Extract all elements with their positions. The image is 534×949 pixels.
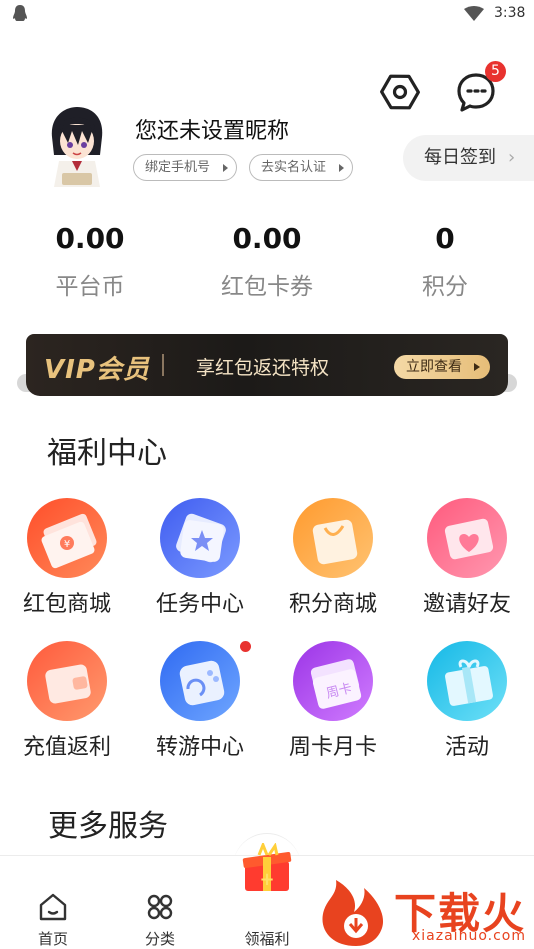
grid-item-label: 活动 <box>444 735 489 760</box>
grid-item-label: 充值返利 <box>22 735 111 760</box>
notification-dot <box>240 641 251 652</box>
vip-divider <box>162 354 164 376</box>
shopping-bag-icon <box>293 498 373 578</box>
grid-item-label: 任务中心 <box>155 592 244 617</box>
gamepad-icon <box>160 641 240 721</box>
nav-tab-category[interactable]: 分类 <box>120 856 200 949</box>
svg-text:+: + <box>259 869 274 890</box>
grid-item-label: 转游中心 <box>155 735 244 760</box>
stat-value: 0 <box>435 222 455 255</box>
nav-tab-label: 首页 <box>37 930 68 948</box>
grid-item-activity[interactable]: 活动 <box>400 641 534 761</box>
vip-view-now-button[interactable]: 立即查看 <box>394 355 490 379</box>
daily-checkin-button[interactable]: 每日签到 › <box>403 135 534 181</box>
nav-tab-label: 分类 <box>144 930 175 948</box>
watermark-url: xiazaihuo.com <box>412 928 526 944</box>
nav-tab-home[interactable]: 首页 <box>13 856 93 949</box>
grid-item-invite-friends[interactable]: 邀请好友 <box>400 498 534 618</box>
points-stat[interactable]: 0 积分 <box>385 222 505 301</box>
home-icon <box>39 893 67 921</box>
grid-item-points-mall[interactable]: 积分商城 <box>266 498 400 618</box>
stat-label: 平台币 <box>55 274 125 300</box>
grid-item-label: 积分商城 <box>288 592 377 617</box>
welfare-center-title: 福利中心 <box>47 436 167 471</box>
platform-coin-stat[interactable]: 0.00 平台币 <box>30 222 150 301</box>
message-count-badge: 5 <box>485 61 506 82</box>
red-packet-coupon-stat[interactable]: 0.00 红包卡券 <box>207 222 327 301</box>
category-grid-icon <box>147 894 173 920</box>
grid-item-transfer-game-center[interactable]: 转游中心 <box>133 641 267 761</box>
real-name-verify-button[interactable]: 去实名认证 <box>249 154 353 181</box>
status-time: 3:38 <box>494 5 526 21</box>
stat-value: 0.00 <box>232 222 302 255</box>
triangle-right-icon <box>223 164 228 172</box>
grid-item-red-envelope-mall[interactable]: ¥ 红包商城 <box>0 498 134 618</box>
avatar[interactable] <box>42 103 112 191</box>
qq-penguin-icon <box>13 5 27 21</box>
chevron-right-icon: › <box>508 147 516 168</box>
stat-label: 积分 <box>422 274 468 300</box>
gift-icon[interactable]: + <box>241 843 295 893</box>
nickname[interactable]: 您还未设置昵称 <box>135 113 289 145</box>
more-services-title: 更多服务 <box>48 809 168 844</box>
bind-phone-label: 绑定手机号 <box>145 160 211 175</box>
task-icon <box>160 498 240 578</box>
grid-item-recharge-rebate[interactable]: 充值返利 <box>0 641 134 761</box>
settings-hexagon-icon[interactable] <box>378 70 422 114</box>
grid-item-label: 邀请好友 <box>422 592 511 617</box>
status-bar: 3:38 <box>0 0 534 30</box>
triangle-right-icon <box>339 164 344 172</box>
grid-item-task-center[interactable]: 任务中心 <box>133 498 267 618</box>
triangle-right-icon <box>474 363 480 371</box>
invite-heart-icon <box>427 498 507 578</box>
grid-item-label: 红包商城 <box>22 592 111 617</box>
stat-label: 红包卡券 <box>221 274 313 300</box>
vip-description: 享红包返还特权 <box>196 357 330 379</box>
grid-item-weekly-monthly-card[interactable]: 周卡 周卡月卡 <box>266 641 400 761</box>
vip-title: VIP会员 <box>44 355 150 385</box>
svg-text:¥: ¥ <box>64 539 70 550</box>
vip-button-label: 立即查看 <box>406 359 462 375</box>
grid-item-label: 周卡月卡 <box>288 735 377 760</box>
real-name-label: 去实名认证 <box>261 160 327 175</box>
wallet-icon <box>27 641 107 721</box>
weekly-card-icon: 周卡 <box>293 641 373 721</box>
stat-value: 0.00 <box>55 222 125 255</box>
daily-checkin-label: 每日签到 <box>424 147 496 168</box>
nav-tab-label: 领福利 <box>244 930 290 948</box>
red-envelope-icon: ¥ <box>27 498 107 578</box>
wifi-icon <box>464 6 484 21</box>
gift-box-icon <box>427 641 507 721</box>
bind-phone-button[interactable]: 绑定手机号 <box>133 154 237 181</box>
